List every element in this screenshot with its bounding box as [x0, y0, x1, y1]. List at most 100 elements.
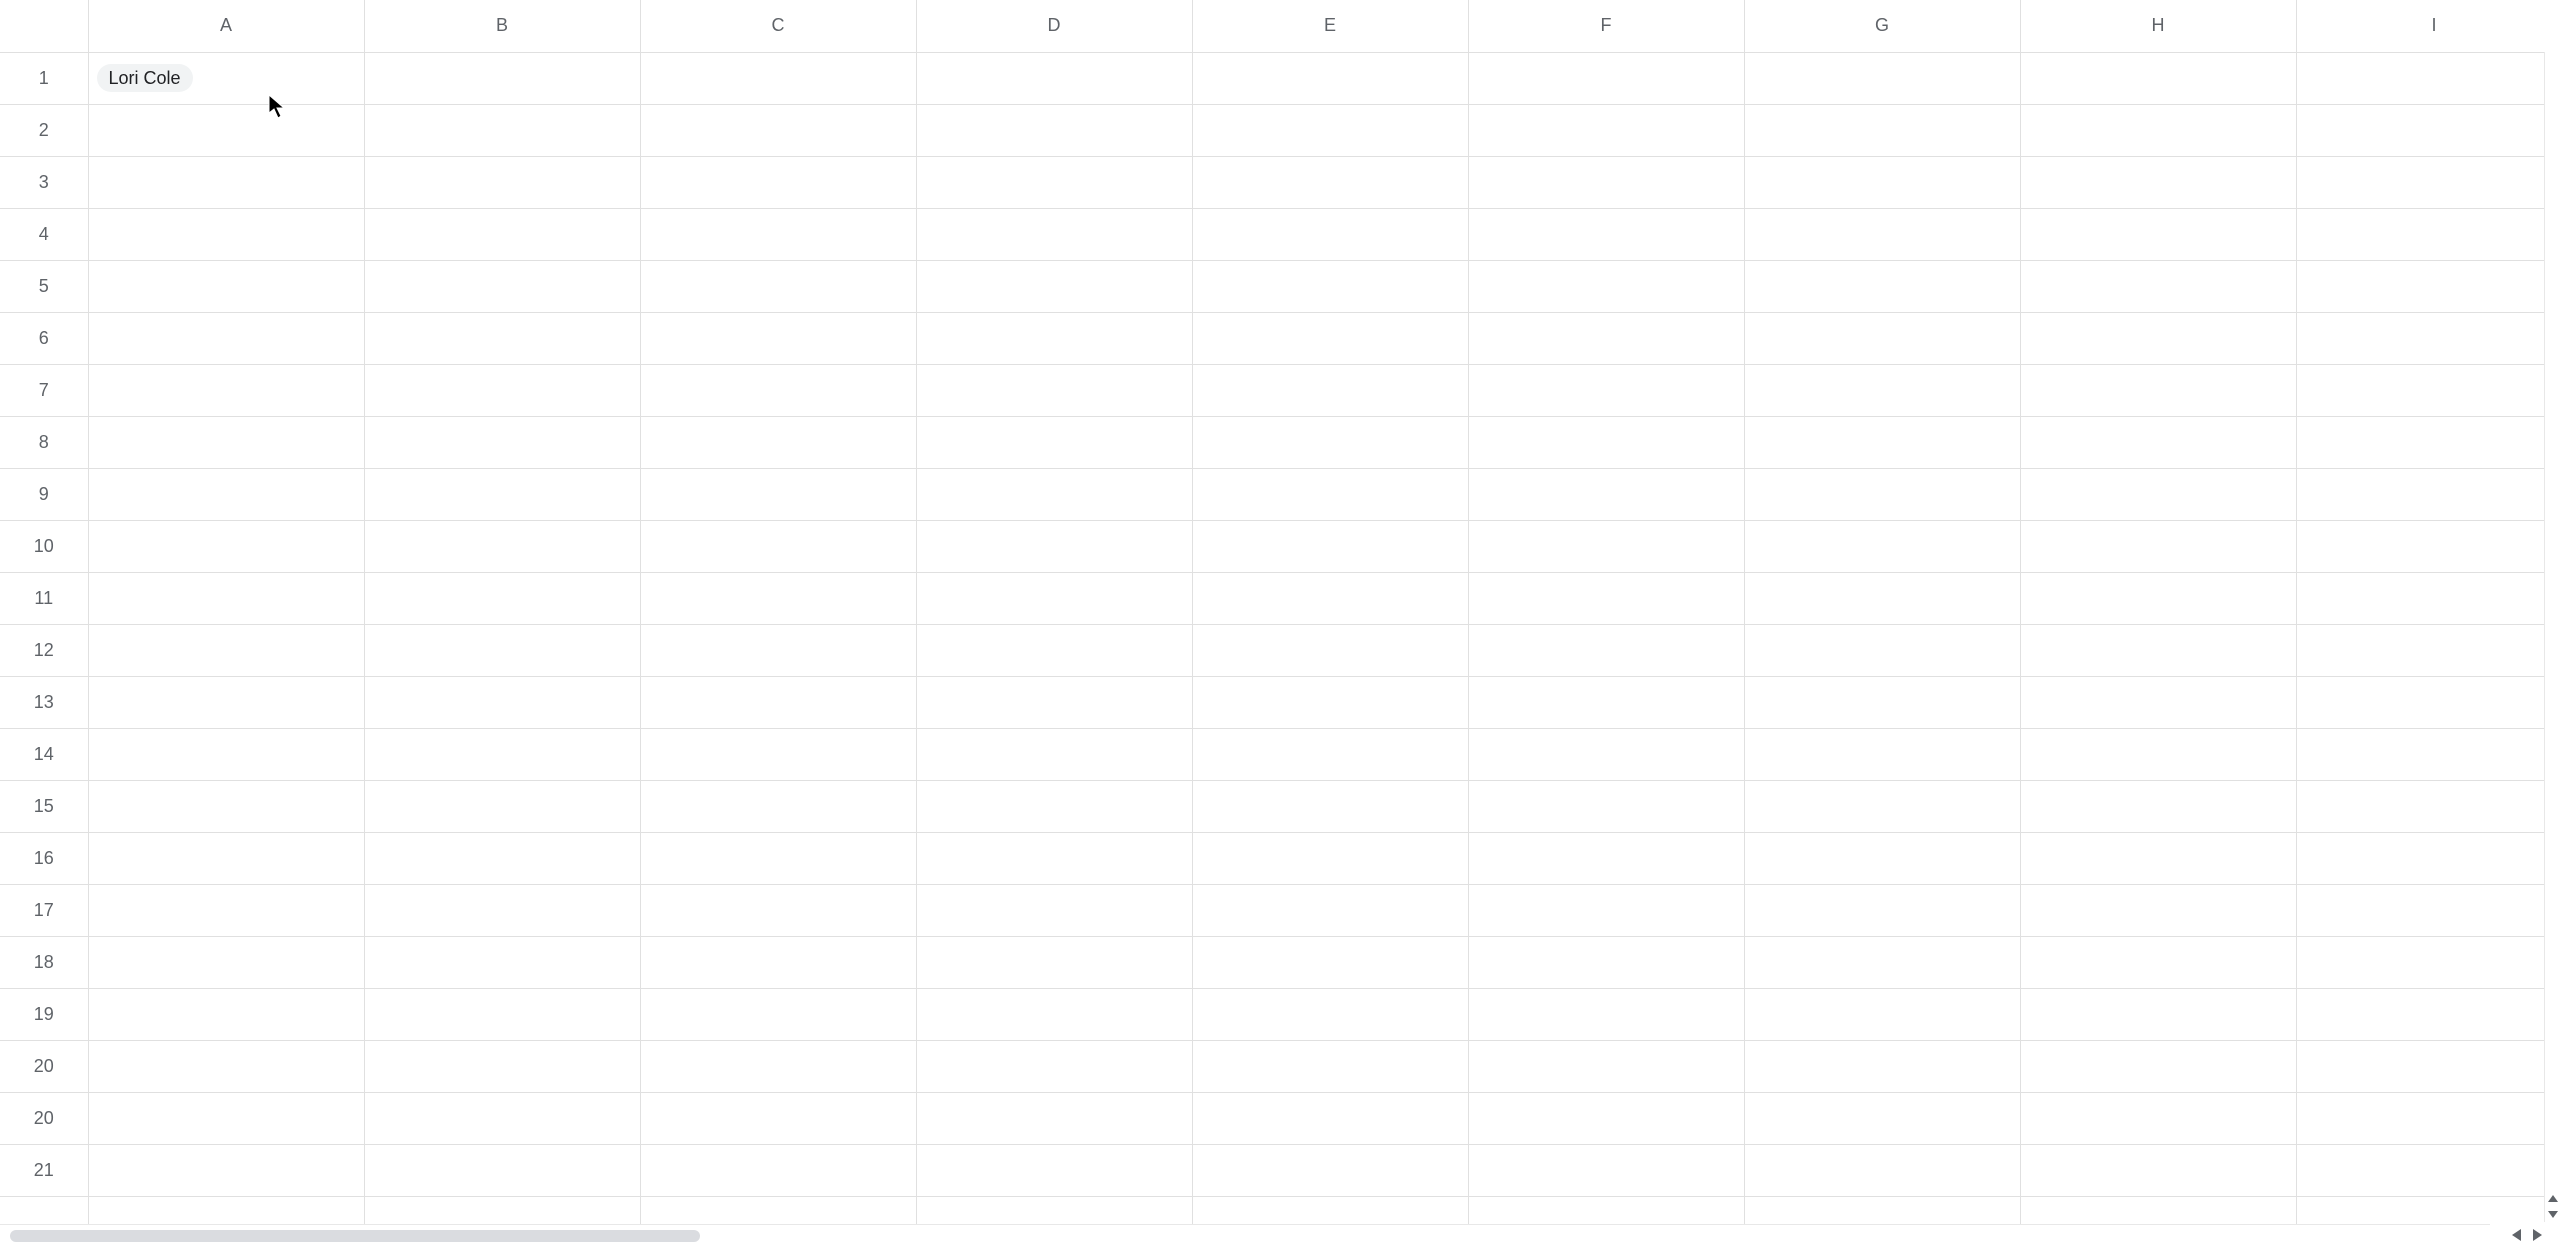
cell-D8[interactable]	[916, 416, 1192, 468]
cell-H2[interactable]	[2020, 104, 2296, 156]
cell-H4[interactable]	[2020, 208, 2296, 260]
column-header-H[interactable]: H	[2020, 0, 2296, 52]
cell-G4[interactable]	[1744, 208, 2020, 260]
cell-G7[interactable]	[1744, 364, 2020, 416]
row-header-15[interactable]: 15	[0, 780, 88, 832]
column-header-F[interactable]: F	[1468, 0, 1744, 52]
cell-C10[interactable]	[640, 520, 916, 572]
cell-B13[interactable]	[364, 676, 640, 728]
cell-H6[interactable]	[2020, 312, 2296, 364]
cell-A9[interactable]	[88, 468, 364, 520]
cell-F1[interactable]	[1468, 52, 1744, 104]
cell-E15[interactable]	[1192, 780, 1468, 832]
cell-B20[interactable]	[364, 1040, 640, 1092]
cell-I21[interactable]	[2296, 1144, 2560, 1196]
cell-C13[interactable]	[640, 676, 916, 728]
cell-C5[interactable]	[640, 260, 916, 312]
cell-G12[interactable]	[1744, 624, 2020, 676]
cell-F21[interactable]	[1468, 1144, 1744, 1196]
sheet-next-button[interactable]	[2533, 1229, 2542, 1241]
cell-H11[interactable]	[2020, 572, 2296, 624]
cell-I15[interactable]	[2296, 780, 2560, 832]
cell-F9[interactable]	[1468, 468, 1744, 520]
cell-F18[interactable]	[1468, 936, 1744, 988]
cell-A5[interactable]	[88, 260, 364, 312]
cell-E4[interactable]	[1192, 208, 1468, 260]
cell-A18[interactable]	[88, 936, 364, 988]
cell-D3[interactable]	[916, 156, 1192, 208]
cell-A14[interactable]	[88, 728, 364, 780]
cell-B6[interactable]	[364, 312, 640, 364]
cell-D11[interactable]	[916, 572, 1192, 624]
cell-I7[interactable]	[2296, 364, 2560, 416]
cell-B16[interactable]	[364, 832, 640, 884]
cell-I9[interactable]	[2296, 468, 2560, 520]
cell-C8[interactable]	[640, 416, 916, 468]
column-header-D[interactable]: D	[916, 0, 1192, 52]
row-header-9[interactable]: 9	[0, 468, 88, 520]
cell-G3[interactable]	[1744, 156, 2020, 208]
cell-E18[interactable]	[1192, 936, 1468, 988]
cell-F10[interactable]	[1468, 520, 1744, 572]
column-header-E[interactable]: E	[1192, 0, 1468, 52]
row-header-20[interactable]: 20	[0, 1040, 88, 1092]
cell-D13[interactable]	[916, 676, 1192, 728]
cell-D20[interactable]	[916, 1092, 1192, 1144]
cell-A21[interactable]	[88, 1144, 364, 1196]
cell-D21[interactable]	[916, 1144, 1192, 1196]
cell-B18[interactable]	[364, 936, 640, 988]
cell-B21[interactable]	[364, 1144, 640, 1196]
cell-H19[interactable]	[2020, 988, 2296, 1040]
cell-C6[interactable]	[640, 312, 916, 364]
column-header-B[interactable]: B	[364, 0, 640, 52]
cell-C20[interactable]	[640, 1092, 916, 1144]
cell-H5[interactable]	[2020, 260, 2296, 312]
cell-F13[interactable]	[1468, 676, 1744, 728]
row-header-1[interactable]: 1	[0, 52, 88, 104]
cell-F6[interactable]	[1468, 312, 1744, 364]
cell-B11[interactable]	[364, 572, 640, 624]
cell-B14[interactable]	[364, 728, 640, 780]
cell-B17[interactable]	[364, 884, 640, 936]
cell-E13[interactable]	[1192, 676, 1468, 728]
row-header-21[interactable]: 21	[0, 1144, 88, 1196]
cell-D14[interactable]	[916, 728, 1192, 780]
cell-F16[interactable]	[1468, 832, 1744, 884]
cell-H7[interactable]	[2020, 364, 2296, 416]
cell-A15[interactable]	[88, 780, 364, 832]
cell-F20[interactable]	[1468, 1092, 1744, 1144]
cell-D1[interactable]	[916, 52, 1192, 104]
cell-D12[interactable]	[916, 624, 1192, 676]
cell-D18[interactable]	[916, 936, 1192, 988]
row-header-10[interactable]: 10	[0, 520, 88, 572]
cell-H20[interactable]	[2020, 1040, 2296, 1092]
cell-B19[interactable]	[364, 988, 640, 1040]
row-header-12[interactable]: 12	[0, 624, 88, 676]
cell-A12[interactable]	[88, 624, 364, 676]
cell-I3[interactable]	[2296, 156, 2560, 208]
cell-C17[interactable]	[640, 884, 916, 936]
cell-E11[interactable]	[1192, 572, 1468, 624]
cell-E20[interactable]	[1192, 1040, 1468, 1092]
cell-G20[interactable]	[1744, 1092, 2020, 1144]
cell-C3[interactable]	[640, 156, 916, 208]
cell-F14[interactable]	[1468, 728, 1744, 780]
cell-D6[interactable]	[916, 312, 1192, 364]
cell-D5[interactable]	[916, 260, 1192, 312]
cell-B3[interactable]	[364, 156, 640, 208]
cell-H18[interactable]	[2020, 936, 2296, 988]
cell-B2[interactable]	[364, 104, 640, 156]
cell-F2[interactable]	[1468, 104, 1744, 156]
cell-A6[interactable]	[88, 312, 364, 364]
cell-D2[interactable]	[916, 104, 1192, 156]
row-header-7[interactable]: 7	[0, 364, 88, 416]
cell-G17[interactable]	[1744, 884, 2020, 936]
cell-A10[interactable]	[88, 520, 364, 572]
cell-B8[interactable]	[364, 416, 640, 468]
horizontal-scrollbar[interactable]	[0, 1224, 2490, 1246]
cell-E21[interactable]	[1192, 1144, 1468, 1196]
row-header-19[interactable]: 19	[0, 988, 88, 1040]
column-header-C[interactable]: C	[640, 0, 916, 52]
cell-A8[interactable]	[88, 416, 364, 468]
row-header-13[interactable]: 13	[0, 676, 88, 728]
